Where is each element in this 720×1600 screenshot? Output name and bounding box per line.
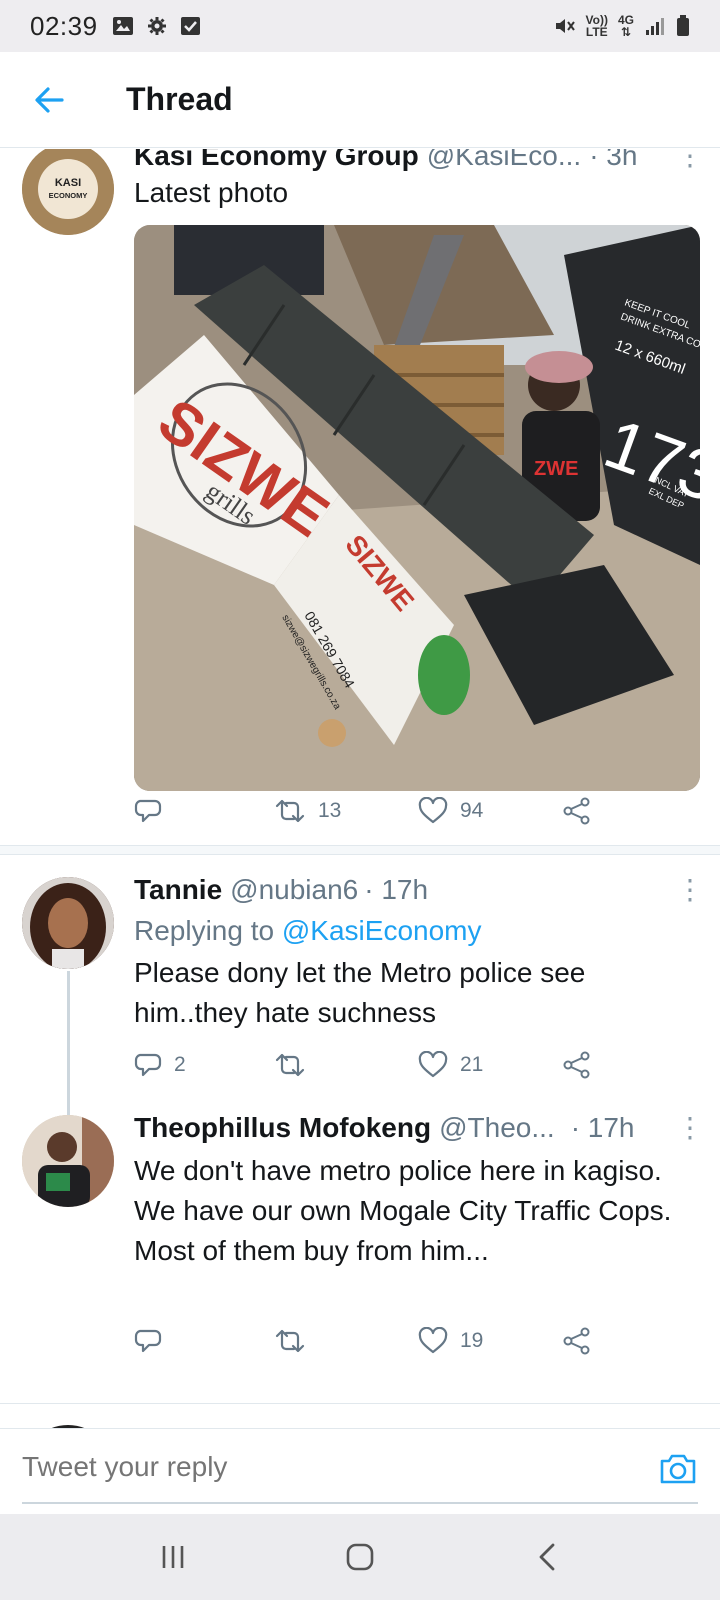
tweet-photo[interactable]: KEEP IT COOL DRINK EXTRA COLD 12 x 660ml… [134, 225, 700, 791]
reply-button[interactable] [134, 797, 174, 825]
photo-illustration: KEEP IT COOL DRINK EXTRA COLD 12 x 660ml… [134, 225, 700, 791]
battery-icon [677, 15, 689, 36]
tweet-time: · 17h [364, 874, 429, 905]
reply-button[interactable]: 2 [134, 1051, 186, 1079]
tweet-header: Theophillus Mofokeng @Theo... · 17h ⋮ [134, 1111, 704, 1144]
back-nav-button[interactable] [507, 1527, 587, 1587]
avatar[interactable]: KASI ECONOMY [22, 149, 114, 235]
camera-button[interactable] [658, 1449, 698, 1489]
avatar[interactable] [22, 877, 114, 969]
home-icon [346, 1543, 374, 1571]
retweet-icon [275, 1329, 305, 1353]
reply-tweet[interactable]: Tannie @nubian6 · 17h ⋮ Replying to @Kas… [0, 865, 720, 1115]
tweet-time: · 17h [570, 1112, 635, 1143]
home-button[interactable] [320, 1527, 400, 1587]
reply-icon [134, 799, 162, 823]
thread-connector [67, 971, 70, 1115]
retweet-button[interactable] [274, 1051, 318, 1079]
heart-icon [418, 1327, 448, 1354]
volte-indicator: Vo)) LTE [585, 13, 608, 39]
reply-icon [134, 1329, 162, 1353]
system-nav-bar [0, 1514, 720, 1600]
like-button[interactable]: 94 [418, 797, 483, 825]
retweet-icon [275, 1053, 305, 1077]
share-button[interactable] [562, 797, 592, 825]
like-button[interactable]: 19 [418, 1327, 483, 1355]
reply-count: 2 [174, 1053, 186, 1076]
check-box-icon [180, 17, 200, 35]
recent-apps-icon [163, 1546, 184, 1568]
heart-icon [418, 797, 448, 824]
camera-icon [660, 1454, 696, 1484]
tweet-header: Kasi Economy Group @KasiEco... · 3h ⋮ [134, 149, 704, 172]
reply-composer [0, 1428, 720, 1514]
share-icon [563, 797, 590, 825]
share-button[interactable] [562, 1327, 592, 1355]
retweet-icon [275, 799, 305, 823]
tweet-text: Please dony let the Metro police see him… [134, 957, 586, 1028]
svg-text:ECONOMY: ECONOMY [49, 191, 88, 200]
back-button[interactable] [0, 52, 98, 148]
recent-apps-button[interactable] [133, 1527, 213, 1587]
retweet-button[interactable]: 13 [274, 797, 341, 825]
retweet-button[interactable] [274, 1327, 318, 1355]
page-title: Thread [126, 81, 233, 117]
image-icon [112, 17, 133, 35]
share-icon [563, 1327, 590, 1355]
tweet-header: Tannie @nubian6 · 17h ⋮ [134, 873, 704, 906]
svg-text:KASI: KASI [55, 177, 81, 189]
tweet-text: We don't have metro police here in kagis… [134, 1155, 672, 1266]
like-count: 19 [460, 1329, 484, 1352]
status-time: 02:39 [30, 10, 98, 41]
more-options-icon[interactable]: ⋮ [676, 1111, 704, 1144]
network-4g-indicator: 4G ⇅ [617, 13, 634, 39]
arrow-left-icon [35, 86, 64, 113]
thread-list[interactable]: KASI ECONOMY Kasi Economy Group @KasiEco… [0, 149, 720, 1429]
replying-to-mention[interactable]: @KasiEconomy [282, 915, 482, 946]
tweet-divider [0, 1403, 720, 1404]
avatar-photo [22, 1115, 114, 1207]
reply-input-underline [22, 1502, 698, 1504]
tweet-handle: @KasiEco... [426, 149, 582, 171]
kasi-economy-logo: KASI ECONOMY [22, 149, 114, 235]
tweet-text: Latest photo [134, 177, 289, 208]
reply-icon [134, 1053, 162, 1077]
svg-text:ZWE: ZWE [534, 458, 578, 480]
signal-icon [646, 18, 664, 35]
tweet-actions: 2 21 [134, 1045, 604, 1085]
avatar[interactable] [22, 1115, 114, 1207]
avatar-photo [22, 877, 114, 969]
share-button[interactable] [562, 1051, 592, 1079]
reply-input[interactable] [22, 1451, 582, 1483]
share-icon [563, 1051, 590, 1079]
chevron-left-icon [539, 1543, 555, 1571]
gear-icon [147, 17, 166, 35]
tweet-handle: @nubian6 [230, 874, 359, 905]
tweet-author-name[interactable]: Kasi Economy Group [134, 149, 419, 172]
like-count: 21 [460, 1053, 484, 1076]
retweet-count: 13 [318, 799, 342, 822]
more-options-icon[interactable]: ⋮ [676, 873, 704, 906]
tweet-actions: 13 94 [134, 791, 604, 831]
section-divider [0, 845, 720, 855]
tweet-time: · 3h [589, 149, 638, 171]
status-bar: 02:39 Vo)) LTE 4G ⇅ [0, 0, 720, 52]
app-header: Thread [0, 52, 720, 148]
more-options-icon[interactable]: ⋮ [676, 149, 704, 172]
reply-tweet[interactable]: Theophillus Mofokeng @Theo... · 17h ⋮ We… [0, 1112, 720, 1395]
replying-to: Replying to @KasiEconomy [134, 915, 482, 946]
reply-button[interactable] [134, 1327, 174, 1355]
like-count: 94 [460, 799, 484, 822]
like-button[interactable]: 21 [418, 1051, 483, 1079]
mute-icon [555, 19, 575, 33]
tweet-author-name[interactable]: Tannie [134, 874, 222, 906]
tweet-actions: 19 [134, 1321, 604, 1361]
tweet-author-name[interactable]: Theophillus Mofokeng [134, 1112, 431, 1144]
tweet-main[interactable]: KASI ECONOMY Kasi Economy Group @KasiEco… [0, 149, 720, 849]
tweet-handle: @Theo... [439, 1112, 555, 1143]
heart-icon [418, 1051, 448, 1078]
